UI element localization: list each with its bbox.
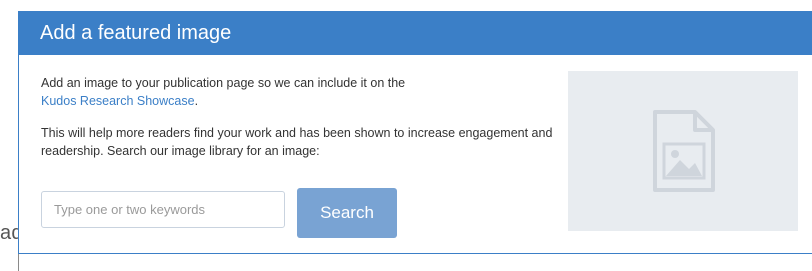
featured-image-panel: Add a featured image Add an image to you… [18, 11, 812, 254]
image-file-icon [653, 110, 715, 192]
intro-paragraph: Add an image to your publication page so… [41, 74, 541, 110]
intro-suffix: . [194, 94, 199, 108]
panel-header: Add a featured image [19, 12, 812, 55]
panel-body: Add an image to your publication page so… [19, 55, 812, 254]
panel-title: Add a featured image [40, 22, 232, 44]
page: ador Add a featured image Add an image t… [0, 0, 812, 271]
search-button[interactable]: Search [297, 188, 397, 238]
intro-text: Add an image to your publication page so… [41, 76, 406, 90]
featured-image-placeholder [568, 71, 798, 231]
kudos-showcase-link[interactable]: Kudos Research Showcase [41, 94, 195, 108]
keyword-search-input[interactable] [41, 191, 285, 228]
description-paragraph: This will help more readers find your wo… [41, 126, 553, 158]
